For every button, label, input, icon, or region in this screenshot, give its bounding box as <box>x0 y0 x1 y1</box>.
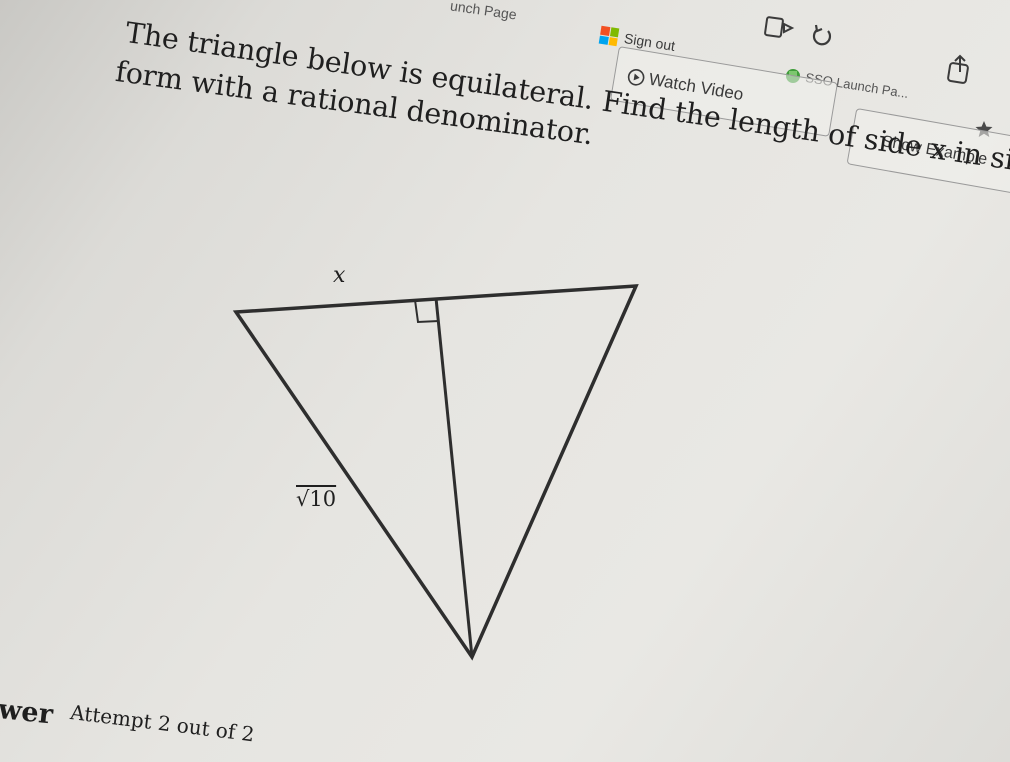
triangle-outline <box>232 284 639 661</box>
altitude-sqrt10-label: √10 <box>296 487 337 511</box>
side-x-label: x <box>333 263 346 288</box>
altitude-line <box>434 297 474 658</box>
screen-photo: unch Page Sign out SSO Launch Pa... Watc… <box>0 0 1010 762</box>
answer-label-fragment: wer <box>0 694 55 731</box>
equilateral-triangle-figure <box>232 284 639 661</box>
